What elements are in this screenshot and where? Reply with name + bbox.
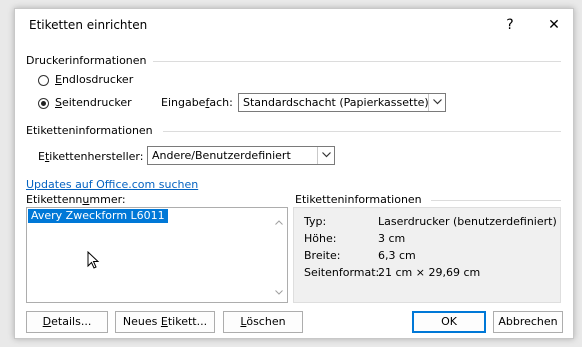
help-button[interactable]: ? [495,13,525,37]
detail-key-width: Breite: [304,249,341,262]
mouse-cursor-icon [87,251,100,269]
label-info-divider [163,131,561,132]
radio-page-printer[interactable] [38,98,49,109]
radio-page-label[interactable]: Seitendrucker [55,96,132,109]
title-bar: Etiketten einrichten ? ✕ [15,9,573,41]
details-button[interactable]: Details... [26,311,108,333]
product-number-label: Etikettennummer: [26,193,126,206]
list-scrollbar[interactable] [271,208,287,302]
ok-button[interactable]: OK [412,311,486,333]
scroll-up-icon[interactable] [275,220,283,225]
dialog-window: Etiketten einrichten ? ✕ Druckerinformat… [14,8,574,339]
dialog-title: Etiketten einrichten [29,18,148,32]
printer-info-heading: Druckerinformationen [26,54,147,67]
details-divider [431,200,561,201]
detail-value-type: Laserdrucker (benutzerdefiniert) [378,215,557,228]
list-item[interactable]: Avery Zweckform L6011 [28,209,168,223]
detail-key-type: Typ: [304,215,327,228]
detail-key-page-format: Seitenformat: [304,266,380,279]
scroll-down-icon[interactable] [275,290,283,295]
delete-button[interactable]: Löschen [223,311,303,333]
updates-link[interactable]: Updates auf Office.com suchen [26,178,198,191]
vendor-select[interactable]: Andere/Benutzerdefiniert [147,146,335,165]
detail-value-page-format: 21 cm × 29,69 cm [378,266,481,279]
detail-value-width: 6,3 cm [378,249,416,262]
details-heading: Etiketteninformationen [295,193,422,206]
details-panel: Typ: Laserdrucker (benutzerdefiniert) Hö… [293,207,561,303]
product-number-list[interactable]: Avery Zweckform L6011 [26,207,288,303]
label-info-heading: Etiketteninformationen [26,124,153,137]
chevron-down-icon[interactable] [428,94,445,111]
new-label-button[interactable]: Neues Etikett... [115,311,215,333]
tray-label: Eingabefach: [161,96,233,109]
cancel-button[interactable]: Abbrechen [493,311,563,333]
vendor-label: Etikettenhersteller: [38,150,144,163]
chevron-down-icon[interactable] [317,147,334,164]
tray-select-value: Standardschacht (Papierkassette) [243,96,429,109]
detail-key-height: Höhe: [304,232,337,245]
radio-continuous-label[interactable]: Endlosdrucker [55,73,133,86]
detail-value-height: 3 cm [378,232,406,245]
close-button[interactable]: ✕ [539,13,569,37]
radio-continuous-printer[interactable] [38,75,49,86]
vendor-select-value: Andere/Benutzerdefiniert [152,149,291,162]
tray-select[interactable]: Standardschacht (Papierkassette) [238,93,446,112]
printer-info-divider [153,61,561,62]
